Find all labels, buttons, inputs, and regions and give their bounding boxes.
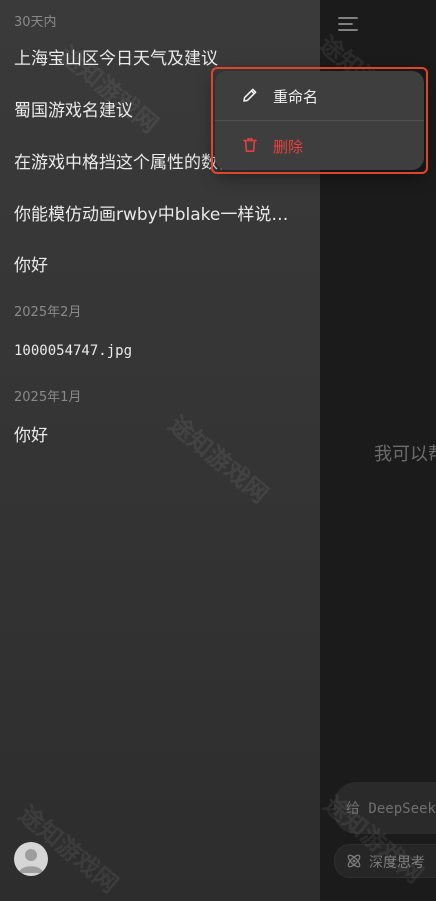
- message-input[interactable]: 给 DeepSeek: [334, 782, 436, 834]
- user-icon: [19, 849, 43, 873]
- delete-label: 删除: [273, 138, 304, 156]
- section-label-30-days: 30天内: [14, 15, 57, 30]
- deep-think-label: 深度思考: [369, 855, 425, 871]
- context-menu: 重命名 删除: [215, 71, 424, 170]
- section-label-feb-2025: 2025年2月: [14, 305, 82, 320]
- atom-icon: [347, 854, 361, 868]
- chat-item[interactable]: 1000054747.jpg: [14, 333, 314, 369]
- rename-menu-item[interactable]: 重命名: [215, 71, 424, 120]
- menu-icon[interactable]: [336, 12, 360, 36]
- message-input-placeholder: 给 DeepSeek: [346, 801, 436, 817]
- chat-item[interactable]: 你好: [14, 248, 314, 284]
- chat-item[interactable]: 你能模仿动画rwby中blake一样说…: [14, 197, 314, 233]
- delete-menu-item[interactable]: 删除: [215, 121, 424, 170]
- pencil-icon: [243, 88, 257, 102]
- rename-label: 重命名: [273, 88, 319, 106]
- trash-icon: [243, 138, 257, 152]
- welcome-text: 我可以帮: [374, 444, 436, 465]
- section-label-jan-2025: 2025年1月: [14, 390, 82, 405]
- avatar[interactable]: [14, 842, 48, 876]
- deep-think-button[interactable]: 深度思考: [334, 844, 436, 878]
- chat-item[interactable]: 你好: [14, 418, 314, 454]
